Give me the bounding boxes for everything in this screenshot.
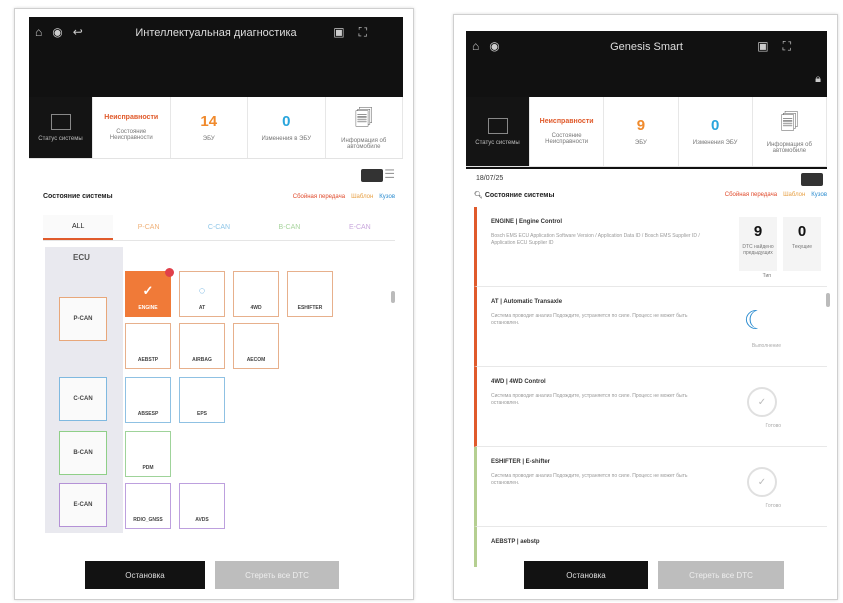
loading-icon: ◌ [198, 285, 206, 297]
tab-pcan[interactable]: P-CAN [113, 215, 183, 240]
document-icon: 🗐 [780, 111, 799, 132]
date-label: 18/07/25 [476, 175, 504, 182]
scrollbar-thumb[interactable] [391, 291, 395, 303]
tab-ecan[interactable]: E-CAN [325, 215, 395, 240]
ecu-list: ENGINE | Engine Control Bosch EMS ECU Ap… [474, 207, 827, 567]
action-bar: Остановка Стереть все DTC [85, 561, 339, 589]
node-engine[interactable]: ✓ ENGINE [125, 268, 174, 317]
vci-icon[interactable]: ▣ [757, 39, 768, 54]
tab-ccan[interactable]: C-CAN [184, 215, 254, 240]
status-row: Статус системы Неисправности Состояние Н… [29, 97, 403, 159]
view-toggle[interactable] [361, 169, 383, 182]
scrollbar-thumb[interactable] [826, 293, 830, 307]
can-ecan[interactable]: E-CAN [59, 483, 107, 527]
list-item[interactable]: ENGINE | Engine Control Bosch EMS ECU Ap… [474, 207, 827, 287]
ecu-count-tile[interactable]: 9 ЭБУ [604, 97, 679, 166]
check-icon: ✓ [747, 467, 777, 497]
can-pcan[interactable]: P-CAN [59, 297, 107, 341]
can-ccan[interactable]: C-CAN [59, 377, 107, 421]
view-toggle[interactable] [801, 173, 823, 186]
stop-button[interactable]: Остановка [524, 561, 648, 589]
node-airbag[interactable]: AIRBAG [179, 323, 225, 369]
node-4wd[interactable]: 4WD [233, 271, 279, 317]
check-icon: ✓ [142, 283, 154, 298]
ecu-count-tile[interactable]: 14 ЭБУ [171, 97, 248, 158]
node-aecom[interactable]: AECOM [233, 323, 279, 369]
node-pdm[interactable]: PDM [125, 431, 171, 477]
lock-icon[interactable]: 🔒︎ [815, 73, 821, 86]
fullscreen-icon[interactable]: ⛶ [783, 39, 791, 54]
filter-warn[interactable]: Шаблон [783, 192, 805, 198]
list-icon[interactable]: ☰ [384, 167, 395, 181]
node-eps[interactable]: EPS [179, 377, 225, 423]
check-icon: ✓ [747, 387, 777, 417]
filter-ok[interactable]: Кузов [811, 192, 827, 198]
system-status-tile[interactable]: Статус системы [29, 97, 93, 158]
list-item[interactable]: ESHIFTER | E-shifter Система проводит ан… [474, 447, 827, 527]
action-bar: Остановка Стереть все DTC [524, 561, 784, 589]
node-radio[interactable]: RDIO_GNSS [125, 483, 171, 529]
dtc-counts: 9 DTC найдено предыдущих 0 Текущие [739, 217, 821, 271]
list-item[interactable]: AT | Automatic Transaxle Система проводи… [474, 287, 827, 367]
node-at[interactable]: ◌ AT [179, 271, 225, 317]
can-bcan[interactable]: B-CAN [59, 431, 107, 475]
changes-tile[interactable]: 0 Изменения в ЭБУ [248, 97, 326, 158]
tab-all[interactable]: ALL [43, 215, 114, 240]
changes-tile[interactable]: 0 Изменения ЭБУ [679, 97, 753, 166]
faults-tile[interactable]: Неисправности Состояние Неисправности [93, 97, 171, 158]
filter-ok[interactable]: Кузов [379, 194, 395, 200]
vci-icon[interactable]: ▣ [333, 25, 344, 40]
vehicle-info-tile[interactable]: 🗐 Информация об автомобиле [326, 97, 403, 158]
section-header: Состояние системы Сбойная передача Шабло… [43, 193, 395, 200]
filter-error[interactable]: Сбойная передача [293, 194, 345, 200]
list-item[interactable]: 4WD | 4WD Control Система проводит анали… [474, 367, 827, 447]
node-eshifter[interactable]: ESHIFTER [287, 271, 333, 317]
tab-bcan[interactable]: B-CAN [254, 215, 324, 240]
search-icon[interactable]: 🔍︎ [474, 192, 483, 199]
node-avs[interactable]: AVDS [179, 483, 225, 529]
clear-dtc-button[interactable]: Стереть все DTC [658, 561, 784, 589]
fullscreen-icon[interactable]: ⛶ [359, 25, 367, 40]
filter-error[interactable]: Сбойная передача [725, 192, 777, 198]
system-icon [50, 113, 71, 130]
system-status-tile[interactable]: Статус системы [466, 97, 530, 166]
section-header: 🔍︎ Состояние системы Сбойная передача Ша… [474, 192, 827, 199]
clear-dtc-button[interactable]: Стереть все DTC [215, 561, 339, 589]
left-screen: ⌂ ◉ ↩ Интеллектуальная диагностика ▣ ⛶ Стат… [14, 8, 414, 600]
node-aebstp[interactable]: AEBSTP [125, 323, 171, 369]
right-screen: ⌂ ◉ Genesis Smart ▣ ⛶ 🔒︎ Статус системы Не… [453, 14, 838, 600]
system-icon [487, 117, 508, 134]
vehicle-info-tile[interactable]: 🗐 Информация об автомобиле [753, 97, 827, 166]
can-tabs: ALL P-CAN C-CAN B-CAN E-CAN [43, 215, 395, 241]
faults-tile[interactable]: Неисправности Состояние Неисправности [530, 97, 605, 166]
status-row: Статус системы Неисправности Состояние Н… [466, 97, 827, 167]
node-abs[interactable]: ABSESP [125, 377, 171, 423]
loading-icon: ☾ [743, 305, 767, 335]
document-icon: 🗐 [354, 107, 373, 128]
stop-button[interactable]: Остановка [85, 561, 205, 589]
error-badge [165, 268, 174, 277]
filter-warn[interactable]: Шаблон [351, 194, 373, 200]
ecu-title: ECU [73, 253, 90, 262]
